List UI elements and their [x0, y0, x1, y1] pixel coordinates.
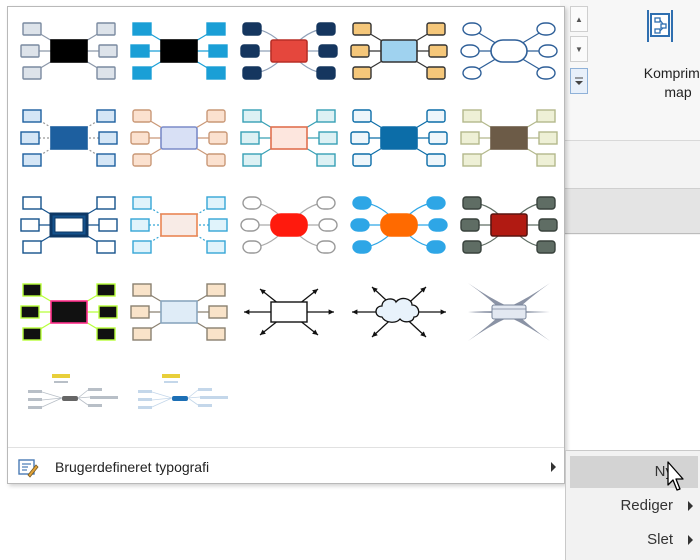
- submenu-arrow-icon: [551, 462, 556, 472]
- mindmap-theme-icon: [240, 109, 338, 167]
- compress-map-button[interactable]: Komprimer map: [608, 4, 700, 104]
- mindmap-theme-icon: [460, 196, 558, 254]
- mindmap-theme-icon: [20, 22, 118, 80]
- theme-gray-red-oval[interactable]: [238, 186, 340, 264]
- theme-cyan-orange[interactable]: [128, 186, 230, 264]
- mindmap-theme-icon: [350, 109, 448, 167]
- theme-navy-outline[interactable]: [18, 186, 120, 264]
- custom-typography-label: Brugerdefineret typografi: [55, 459, 210, 475]
- theme-blue-orange-oval[interactable]: [348, 186, 450, 264]
- mindmap-theme-icon: [468, 283, 550, 341]
- mindmap-theme-icon: [352, 286, 446, 338]
- submenu-item-edit[interactable]: Rediger: [570, 490, 698, 522]
- theme-blue-solid[interactable]: [348, 99, 450, 177]
- custom-typography-icon: [18, 459, 39, 478]
- theme-outline-blue[interactable]: [458, 12, 560, 90]
- custom-typography-menu-item[interactable]: Brugerdefineret typografi: [9, 454, 563, 482]
- theme-teal-pink[interactable]: [238, 99, 340, 177]
- submenu-item-label: Ny: [654, 463, 673, 480]
- mindmap-theme-icon: [350, 196, 448, 254]
- submenu-arrow-icon: [688, 501, 693, 511]
- chevron-down-icon[interactable]: ▼: [570, 36, 588, 62]
- theme-black-blue[interactable]: [128, 12, 230, 90]
- mindmap-theme-icon: [20, 109, 118, 167]
- theme-pale-blue[interactable]: [128, 360, 230, 438]
- theme-peach-lavender[interactable]: [128, 99, 230, 177]
- gallery-scroll-controls: ▲ ▼: [567, 4, 593, 100]
- mindmap-theme-icon: [130, 196, 228, 254]
- mindmap-theme-icon: [138, 374, 228, 409]
- theme-olive-brown[interactable]: [458, 99, 560, 177]
- theme-arrows-cloud[interactable]: [348, 273, 450, 351]
- compress-map-icon: [647, 10, 673, 42]
- chevron-up-icon[interactable]: ▲: [570, 6, 588, 32]
- mindmap-theme-icon: [244, 288, 334, 336]
- mindmap-theme-icon: [28, 374, 118, 409]
- theme-navy-red[interactable]: [238, 12, 340, 90]
- theme-blue-dotted[interactable]: [18, 99, 120, 177]
- theme-beige-lightblue[interactable]: [128, 273, 230, 351]
- mindmap-theme-icon: [130, 109, 228, 167]
- theme-black-center[interactable]: [18, 12, 120, 90]
- ribbon-status-strip: [560, 188, 700, 234]
- theme-pale-gray[interactable]: [18, 360, 120, 438]
- gallery-divider: [8, 447, 564, 448]
- submenu-item-label: Rediger: [620, 497, 673, 514]
- mindmap-theme-icon: [20, 283, 118, 341]
- mindmap-theme-icon: [130, 22, 228, 80]
- theme-gray-stars[interactable]: [458, 273, 560, 351]
- theme-arrows-box[interactable]: [238, 273, 340, 351]
- mindmap-theme-icon: [460, 109, 558, 167]
- gallery-more-icon[interactable]: [570, 68, 588, 94]
- compress-map-label: Komprimer map: [643, 65, 700, 100]
- map-theme-gallery: Brugerdefineret typografi: [7, 6, 565, 484]
- submenu-item-label: Slet: [647, 531, 673, 548]
- theme-neon-black[interactable]: [18, 273, 120, 351]
- submenu-item-delete[interactable]: Slet: [570, 524, 698, 556]
- mindmap-theme-icon: [350, 22, 448, 80]
- theme-gray-darkred[interactable]: [458, 186, 560, 264]
- theme-yellow-blue[interactable]: [348, 12, 450, 90]
- submenu-arrow-icon: [688, 535, 693, 545]
- mindmap-theme-icon: [130, 283, 228, 341]
- mindmap-theme-icon: [460, 22, 558, 80]
- mouse-pointer-icon: [667, 461, 684, 491]
- mindmap-theme-icon: [240, 196, 338, 254]
- mindmap-theme-icon: [240, 22, 338, 80]
- mindmap-theme-icon: [20, 196, 118, 254]
